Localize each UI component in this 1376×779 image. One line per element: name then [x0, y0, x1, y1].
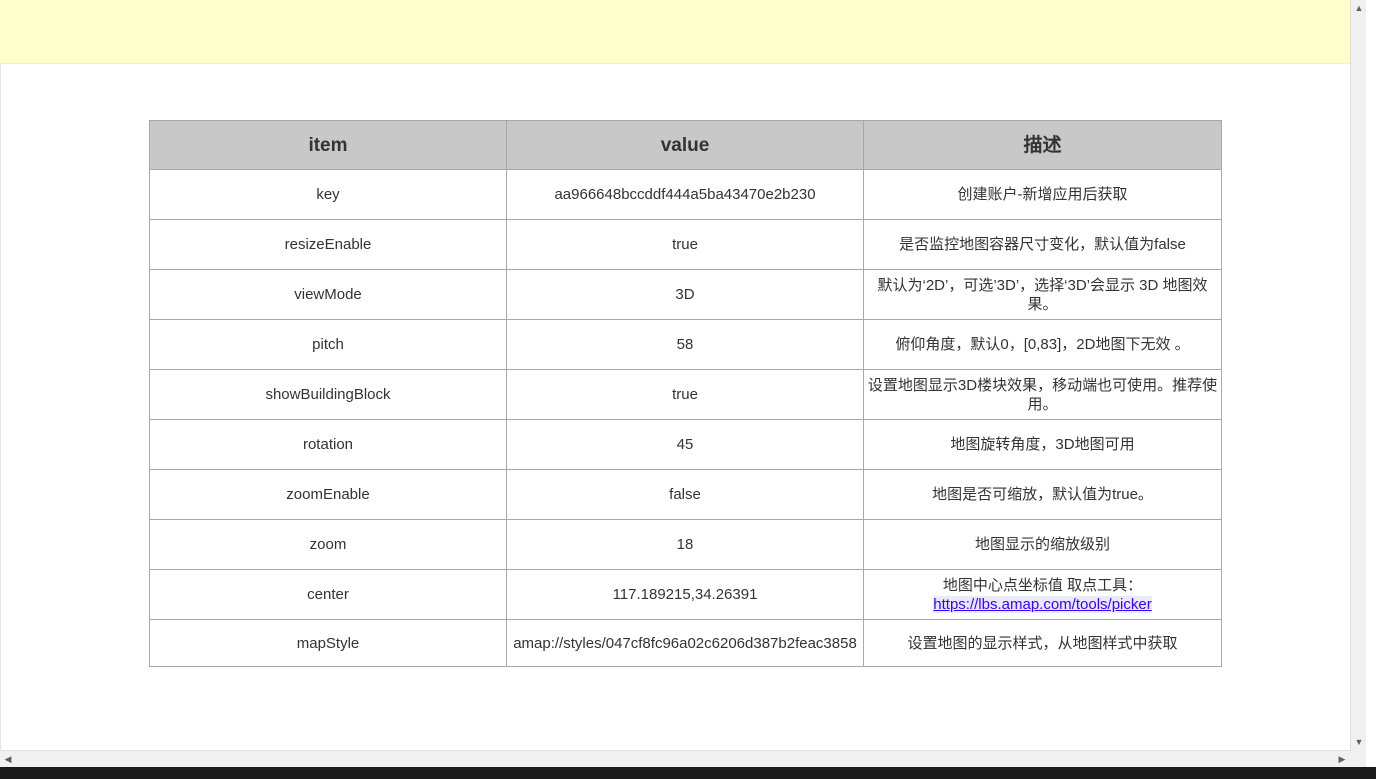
- taskbar-strip: [0, 767, 1376, 779]
- cell-description: 设置地图的显示样式，从地图样式中获取: [863, 619, 1222, 667]
- header-item: item: [149, 120, 507, 170]
- cell-item: pitch: [149, 319, 507, 370]
- cell-description: 地图旋转角度，3D地图可用: [863, 419, 1222, 470]
- top-banner: [0, 0, 1366, 64]
- cell-description: 是否监控地图容器尺寸变化，默认值为false: [863, 219, 1222, 270]
- table-row: rotation 45 地图旋转角度，3D地图可用: [149, 419, 1222, 470]
- cell-description: 地图显示的缩放级别: [863, 519, 1222, 570]
- cell-description: 设置地图显示3D楼块效果，移动端也可使用。推荐使用。: [863, 369, 1222, 420]
- cell-value: 45: [506, 419, 864, 470]
- description-text: 地图中心点坐标值 取点工具：: [942, 576, 1143, 594]
- scroll-left-icon[interactable]: ◀: [0, 751, 16, 768]
- table-row: key aa966648bccddf444a5ba43470e2b230 创建账…: [149, 169, 1222, 220]
- cell-description: 地图是否可缩放，默认值为true。: [863, 469, 1222, 520]
- cell-item: center: [149, 569, 507, 620]
- header-value: value: [506, 120, 864, 170]
- cell-item: mapStyle: [149, 619, 507, 667]
- cell-value: true: [506, 219, 864, 270]
- scroll-up-icon[interactable]: ▲: [1351, 0, 1367, 16]
- cell-item: showBuildingBlock: [149, 369, 507, 420]
- table-row: resizeEnable true 是否监控地图容器尺寸变化，默认值为false: [149, 219, 1222, 270]
- table-row: center 117.189215,34.26391 地图中心点坐标值 取点工具…: [149, 569, 1222, 620]
- cell-item: viewMode: [149, 269, 507, 320]
- picker-tool-link[interactable]: https://lbs.amap.com/tools/picker: [933, 595, 1152, 613]
- cell-item: zoom: [149, 519, 507, 570]
- scroll-down-icon[interactable]: ▼: [1351, 734, 1367, 750]
- table-header-row: item value 描述: [149, 120, 1222, 170]
- table-row: showBuildingBlock true 设置地图显示3D楼块效果，移动端也…: [149, 369, 1222, 420]
- scroll-right-icon[interactable]: ▶: [1334, 751, 1350, 768]
- table-row: mapStyle amap://styles/047cf8fc96a02c620…: [149, 619, 1222, 667]
- cell-description: 俯仰角度，默认0，[0,83]，2D地图下无效 。: [863, 319, 1222, 370]
- cell-value: 117.189215,34.26391: [506, 569, 864, 620]
- cell-item: zoomEnable: [149, 469, 507, 520]
- table-row: pitch 58 俯仰角度，默认0，[0,83]，2D地图下无效 。: [149, 319, 1222, 370]
- cell-value: amap://styles/047cf8fc96a02c6206d387b2fe…: [506, 619, 864, 667]
- cell-value: true: [506, 369, 864, 420]
- cell-description: 地图中心点坐标值 取点工具：https://lbs.amap.com/tools…: [863, 569, 1222, 620]
- cell-item: key: [149, 169, 507, 220]
- cell-description: 默认为‘2D’，可选’3D’，选择‘3D’会显示 3D 地图效果。: [863, 269, 1222, 320]
- header-description: 描述: [863, 120, 1222, 170]
- table-row: zoomEnable false 地图是否可缩放，默认值为true。: [149, 469, 1222, 520]
- cell-item: resizeEnable: [149, 219, 507, 270]
- cell-value: 3D: [506, 269, 864, 320]
- page-content: item value 描述 key aa966648bccddf444a5ba4…: [0, 64, 1350, 750]
- cell-value: false: [506, 469, 864, 520]
- cell-value: 58: [506, 319, 864, 370]
- cell-value: aa966648bccddf444a5ba43470e2b230: [506, 169, 864, 220]
- window-edge: [1366, 0, 1376, 767]
- scrollbar-corner: [1350, 750, 1366, 767]
- cell-value: 18: [506, 519, 864, 570]
- cell-description: 创建账户-新增应用后获取: [863, 169, 1222, 220]
- horizontal-scrollbar[interactable]: ◀ ▶: [0, 750, 1350, 768]
- table-row: viewMode 3D 默认为‘2D’，可选’3D’，选择‘3D’会显示 3D …: [149, 269, 1222, 320]
- map-options-table: item value 描述 key aa966648bccddf444a5ba4…: [149, 120, 1222, 667]
- cell-item: rotation: [149, 419, 507, 470]
- vertical-scrollbar[interactable]: ▲ ▼: [1350, 0, 1367, 750]
- table-row: zoom 18 地图显示的缩放级别: [149, 519, 1222, 570]
